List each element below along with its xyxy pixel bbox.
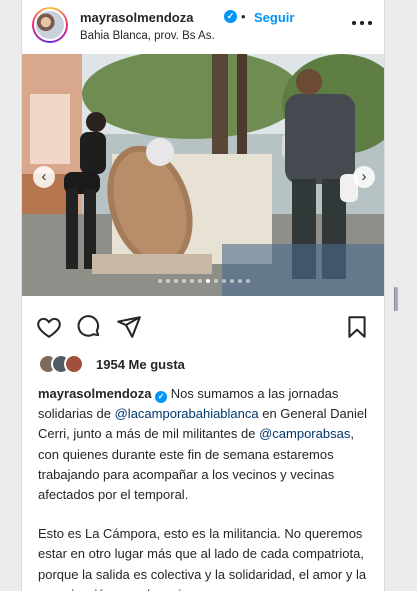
location-link[interactable]: Bahia Blanca, prov. Bs As. [80, 30, 215, 42]
post-header: mayrasolmendoza ✓ • Seguir Bahia Blanca,… [22, 0, 384, 52]
mention-link[interactable]: @lacamporabahiablanca [115, 406, 259, 421]
post-media[interactable]: ‹ › [22, 54, 384, 296]
scrollbar-thumb[interactable] [395, 287, 398, 311]
carousel-dot [214, 279, 218, 283]
likes-row[interactable]: 1954 Me gusta [38, 354, 368, 376]
carousel-dot [222, 279, 226, 283]
share-icon[interactable] [116, 314, 142, 340]
carousel-dot [238, 279, 242, 283]
post-card: mayrasolmendoza ✓ • Seguir Bahia Blanca,… [21, 0, 385, 591]
more-options-icon[interactable] [350, 12, 376, 32]
bookmark-icon[interactable] [344, 314, 370, 340]
likes-text[interactable]: 1954 Me gusta [96, 357, 185, 372]
caption-username[interactable]: mayrasolmendoza [38, 386, 151, 401]
carousel-dot [166, 279, 170, 283]
previous-slide-button[interactable]: ‹ [33, 166, 55, 188]
avatar-photo [34, 9, 66, 41]
likes-label: Me gusta [128, 357, 185, 372]
carousel-dot [174, 279, 178, 283]
verified-badge-icon: ✓ [224, 10, 237, 23]
carousel-dot [158, 279, 162, 283]
carousel-dot [182, 279, 186, 283]
post-caption: mayrasolmendoza ✓ Nos sumamos a las jorn… [38, 384, 378, 591]
comment-icon[interactable] [76, 314, 102, 340]
dot-separator: • [241, 9, 246, 24]
carousel-dot [198, 279, 202, 283]
carousel-dot [206, 279, 210, 283]
follow-button[interactable]: Seguir [254, 10, 294, 25]
carousel-dot [230, 279, 234, 283]
username[interactable]: mayrasolmendoza [80, 10, 193, 25]
avatar[interactable] [32, 7, 68, 43]
likes-count: 1954 [96, 357, 125, 372]
next-slide-button[interactable]: › [353, 166, 375, 188]
carousel-dot [246, 279, 250, 283]
action-bar [22, 310, 384, 344]
heart-icon[interactable] [36, 314, 62, 340]
carousel-indicator [22, 279, 384, 283]
verified-badge-icon: ✓ [155, 391, 168, 403]
mention-link[interactable]: @camporabsas [259, 426, 350, 441]
caption-paragraph-2: Esto es La Cámpora, esto es la militanci… [38, 526, 367, 591]
caption-paragraph-1: mayrasolmendoza ✓ Nos sumamos a las jorn… [38, 384, 378, 505]
liker-avatar [64, 354, 84, 374]
post-photo [22, 54, 384, 296]
carousel-dot [190, 279, 194, 283]
